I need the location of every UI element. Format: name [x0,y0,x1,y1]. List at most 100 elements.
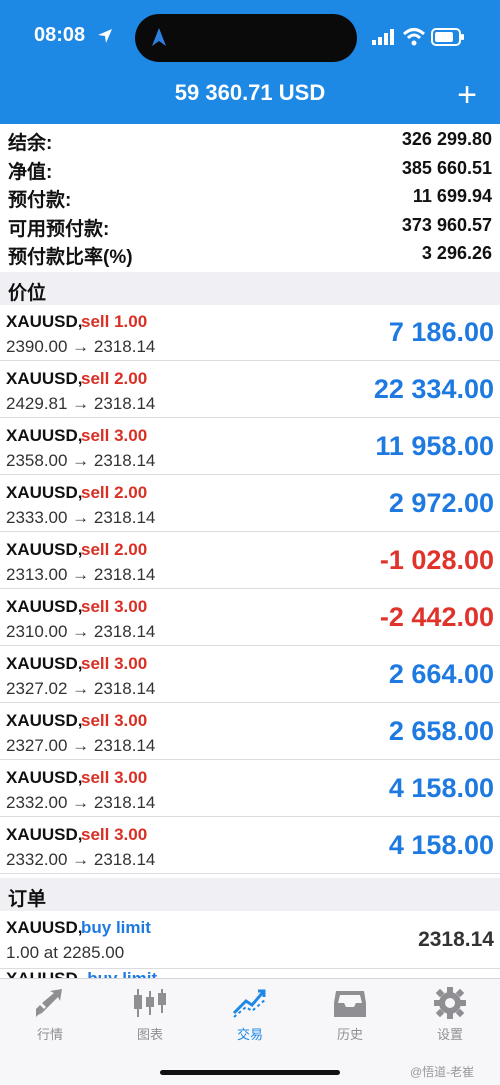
position-side: sell 3.00 [81,825,148,844]
position-row[interactable]: XAUUSD, sell 3.00 2332.00 → 2318.14 4 15… [0,761,500,817]
position-row[interactable]: XAUUSD, sell 3.00 2327.00 → 2318.14 2 65… [0,704,500,760]
summary-row-balance: 结余: 326 299.80 [0,124,500,154]
position-row[interactable]: XAUUSD, sell 3.00 2310.00 → 2318.14 -2 4… [0,590,500,646]
watermark: @悟道-老崔 [410,1065,475,1079]
status-bar: 08:08 [0,0,500,76]
position-profit: 11 958.00 [375,431,494,461]
summary-label: 预付款比率(%) [8,247,133,268]
status-time: 08:08 [34,24,86,46]
position-row[interactable]: XAUUSD, sell 3.00 2327.02 → 2318.14 2 66… [0,647,500,703]
position-profit: -1 028.00 [379,545,494,575]
summary-row-free-margin: 可用预付款: 373 960.57 [0,210,500,240]
summary-value: 373 960.57 [401,214,492,235]
summary-value: 385 660.51 [401,157,492,178]
position-prices: 2390.00 → 2318.14 [6,337,156,356]
position-side: sell 2.00 [81,483,148,502]
order-side: buy limit [81,918,151,937]
summary-row-margin: 预付款: 11 699.94 [0,181,500,211]
tab-label: 行情 [36,1027,63,1042]
history-icon [334,991,366,1017]
cellular-signal-icon [372,29,394,45]
orders-section-header: 订单 [0,878,500,911]
position-prices: 2429.81 → 2318.14 [6,394,156,413]
section-title: 订单 [8,889,47,910]
position-side: sell 1.00 [81,312,148,331]
tab-settings[interactable]: 设置 [400,979,500,1049]
position-prices: 2310.00 → 2318.14 [6,622,156,641]
tab-quotes[interactable]: 行情 [0,979,100,1049]
trade-icon [232,989,267,1018]
position-symbol: XAUUSD, [6,597,83,616]
position-row[interactable]: XAUUSD, sell 3.00 2358.00 → 2318.14 11 9… [0,419,500,475]
positions-section-header: 价位 [0,272,500,305]
position-side: sell 3.00 [81,711,148,730]
position-side: sell 3.00 [81,768,148,787]
position-profit: 22 334.00 [373,374,494,404]
position-symbol: XAUUSD, [6,711,83,730]
position-side: sell 3.00 [81,426,148,445]
position-prices: 2313.00 → 2318.14 [6,565,156,584]
position-symbol: XAUUSD, [6,540,83,559]
section-title: 价位 [8,283,47,304]
positions-list: XAUUSD, sell 1.00 2390.00 → 2318.14 7 18… [0,305,500,875]
position-profit: 2 664.00 [388,659,494,689]
order-current-price: 2318.14 [418,928,494,951]
dynamic-island [135,14,357,62]
chart-icon [134,989,166,1017]
position-row[interactable]: XAUUSD, sell 2.00 2429.81 → 2318.14 22 3… [0,362,500,418]
position-profit: 7 186.00 [388,317,494,347]
position-profit: 2 972.00 [388,488,494,518]
tab-chart[interactable]: 图表 [100,979,200,1049]
position-prices: 2358.00 → 2318.14 [6,451,156,470]
summary-label: 预付款: [8,190,72,211]
position-row[interactable]: XAUUSD, sell 2.00 2313.00 → 2318.14 -1 0… [0,533,500,589]
position-profit: -2 442.00 [379,602,494,632]
account-balance-title: 59 360.71 USD [174,80,326,105]
tab-label: 交易 [236,1027,263,1042]
summary-row-margin-level: 预付款比率(%) 3 296.26 [0,238,500,268]
position-row[interactable]: XAUUSD, sell 2.00 2333.00 → 2318.14 2 97… [0,476,500,532]
position-prices: 2333.00 → 2318.14 [6,508,156,527]
summary-label: 可用预付款: [8,218,110,240]
summary-row-equity: 净值: 385 660.51 [0,153,500,183]
summary-value: 326 299.80 [401,129,492,149]
tab-history[interactable]: 历史 [300,979,400,1049]
position-symbol: XAUUSD, [6,654,83,673]
position-symbol: XAUUSD, [6,825,83,844]
position-profit: 4 158.00 [388,773,494,803]
position-row[interactable]: XAUUSD, sell 1.00 2390.00 → 2318.14 7 18… [0,305,500,361]
position-profit: 2 658.00 [388,716,494,746]
position-side: sell 3.00 [81,654,148,673]
tab-label: 历史 [336,1027,363,1042]
position-symbol: XAUUSD, [6,768,83,787]
position-side: sell 2.00 [81,369,148,388]
home-indicator[interactable] [160,1070,340,1075]
position-symbol: XAUUSD, [6,369,83,388]
position-symbol: XAUUSD, [6,312,83,331]
wifi-icon [402,28,426,46]
tab-label: 图表 [136,1027,163,1042]
position-profit: 4 158.00 [388,830,494,860]
position-side: sell 2.00 [81,540,148,559]
position-prices: 2327.00 → 2318.14 [6,736,156,755]
tab-label: 设置 [436,1027,463,1042]
quotes-icon [36,989,62,1017]
order-row[interactable]: XAUUSD, buy limit 1.00 at 2285.00 2318.1… [0,911,500,969]
position-row[interactable]: XAUUSD, sell 3.00 2332.00 → 2318.14 4 15… [0,818,500,874]
summary-label: 结余: [8,133,53,154]
new-order-button[interactable]: + [450,78,484,114]
summary-label: 净值: [8,161,53,183]
position-prices: 2327.02 → 2318.14 [6,679,156,698]
tab-trade[interactable]: 交易 [200,979,300,1049]
position-side: sell 3.00 [81,597,148,616]
order-detail: 1.00 at 2285.00 [6,943,125,962]
account-summary: 结余: 326 299.80 净值: 385 660.51 预付款: 11 69… [0,124,500,268]
position-prices: 2332.00 → 2318.14 [6,850,156,869]
summary-value: 3 296.26 [421,243,492,263]
location-arrow-icon [98,29,112,43]
header: 08:08 59 360.71 USD + [0,0,500,124]
order-symbol: XAUUSD, [6,918,83,937]
position-symbol: XAUUSD, [6,426,83,445]
battery-icon [431,28,464,46]
summary-value: 11 699.94 [412,186,492,206]
